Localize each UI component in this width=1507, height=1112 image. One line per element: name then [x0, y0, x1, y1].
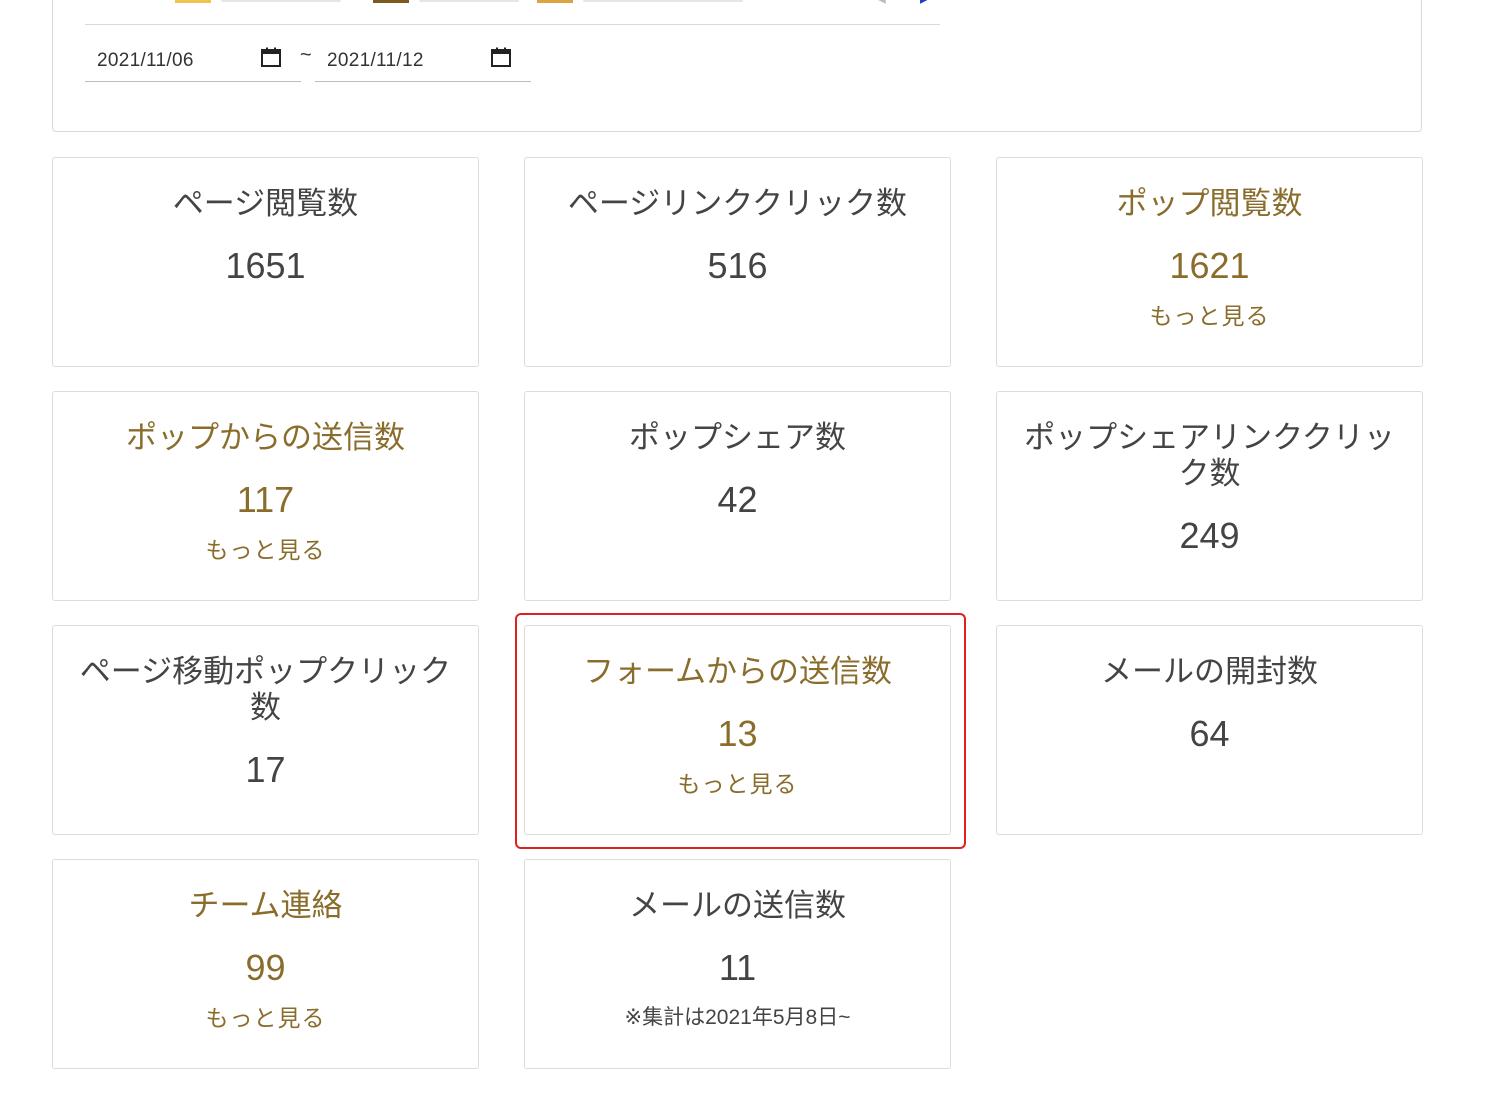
legend-label-3 [583, 0, 743, 2]
card-value: 13 [717, 713, 758, 754]
date-range-separator: ~ [300, 44, 312, 66]
end-date-input[interactable]: 2021/11/12 [315, 42, 531, 82]
card-value: 1651 [225, 245, 306, 286]
see-more-link[interactable]: もっと見る [997, 302, 1422, 330]
card-value: 42 [717, 479, 758, 520]
stat-card-page-link-clicks: ページリンククリック数 516 [524, 157, 951, 367]
card-value: 99 [245, 947, 286, 988]
card-title: ポップからの送信数 [126, 420, 405, 455]
card-title: フォームからの送信数 [582, 654, 893, 689]
stat-card-mail-opens: メールの開封数 64 [996, 625, 1423, 835]
legend-prev-icon[interactable]: ◀ [875, 0, 886, 4]
stat-card-pop-shares: ポップシェア数 42 [524, 391, 951, 601]
card-title: ポップ閲覧数 [1116, 186, 1303, 221]
card-value: 249 [1179, 515, 1240, 556]
card-title: ポップシェア数 [629, 420, 846, 455]
card-title: ポップシェアリンククリック数 [1024, 420, 1395, 491]
legend-swatch-3 [537, 0, 573, 3]
legend-next-icon[interactable]: ▶ [920, 0, 931, 4]
stat-card-team-contact: チーム連絡 99 もっと見る [52, 859, 479, 1069]
start-date-input[interactable]: 2021/11/06 [85, 42, 301, 82]
stat-card-pop-views: ポップ閲覧数 1621 もっと見る [996, 157, 1423, 367]
legend-label-2 [419, 0, 519, 2]
stat-card-form-submissions: フォームからの送信数 13 もっと見る [524, 625, 951, 835]
legend-swatch-1 [175, 0, 211, 3]
card-title: ページ移動ポップクリック数 [79, 654, 452, 725]
card-title: メールの開封数 [1101, 654, 1318, 689]
card-note: ※集計は2021年5月8日~ [624, 1006, 851, 1029]
chart-legend: ◀ ▶ [85, 0, 940, 25]
calendar-icon[interactable] [261, 47, 281, 67]
legend-label-1 [221, 0, 341, 2]
see-more-link[interactable]: もっと見る [53, 536, 478, 564]
end-date-value: 2021/11/12 [327, 50, 424, 71]
card-value: 516 [707, 245, 768, 286]
start-date-value: 2021/11/06 [97, 50, 194, 71]
legend-swatch-2 [373, 0, 409, 3]
card-title: メールの送信数 [629, 888, 846, 923]
card-value: 117 [236, 479, 295, 520]
stat-card-page-views: ページ閲覧数 1651 [52, 157, 479, 367]
card-value: 1621 [1169, 245, 1250, 286]
calendar-icon[interactable] [491, 47, 511, 67]
card-value: 17 [245, 749, 286, 790]
card-title: ページ閲覧数 [172, 186, 359, 221]
stat-card-pop-share-link-clicks: ポップシェアリンククリック数 249 [996, 391, 1423, 601]
see-more-link[interactable]: もっと見る [53, 1004, 478, 1032]
card-value: 11 [718, 947, 757, 988]
card-title: ページリンククリック数 [567, 186, 908, 221]
see-more-link[interactable]: もっと見る [525, 770, 950, 798]
stat-card-pop-submissions: ポップからの送信数 117 もっと見る [52, 391, 479, 601]
card-title: チーム連絡 [188, 888, 343, 923]
stat-card-page-move-pop-clicks: ページ移動ポップクリック数 17 [52, 625, 479, 835]
filter-panel: ◀ ▶ 2021/11/06 ~ 2021/11/12 [52, 0, 1422, 132]
stat-card-mail-sends: メールの送信数 11 ※集計は2021年5月8日~ [524, 859, 951, 1069]
card-value: 64 [1189, 713, 1230, 754]
